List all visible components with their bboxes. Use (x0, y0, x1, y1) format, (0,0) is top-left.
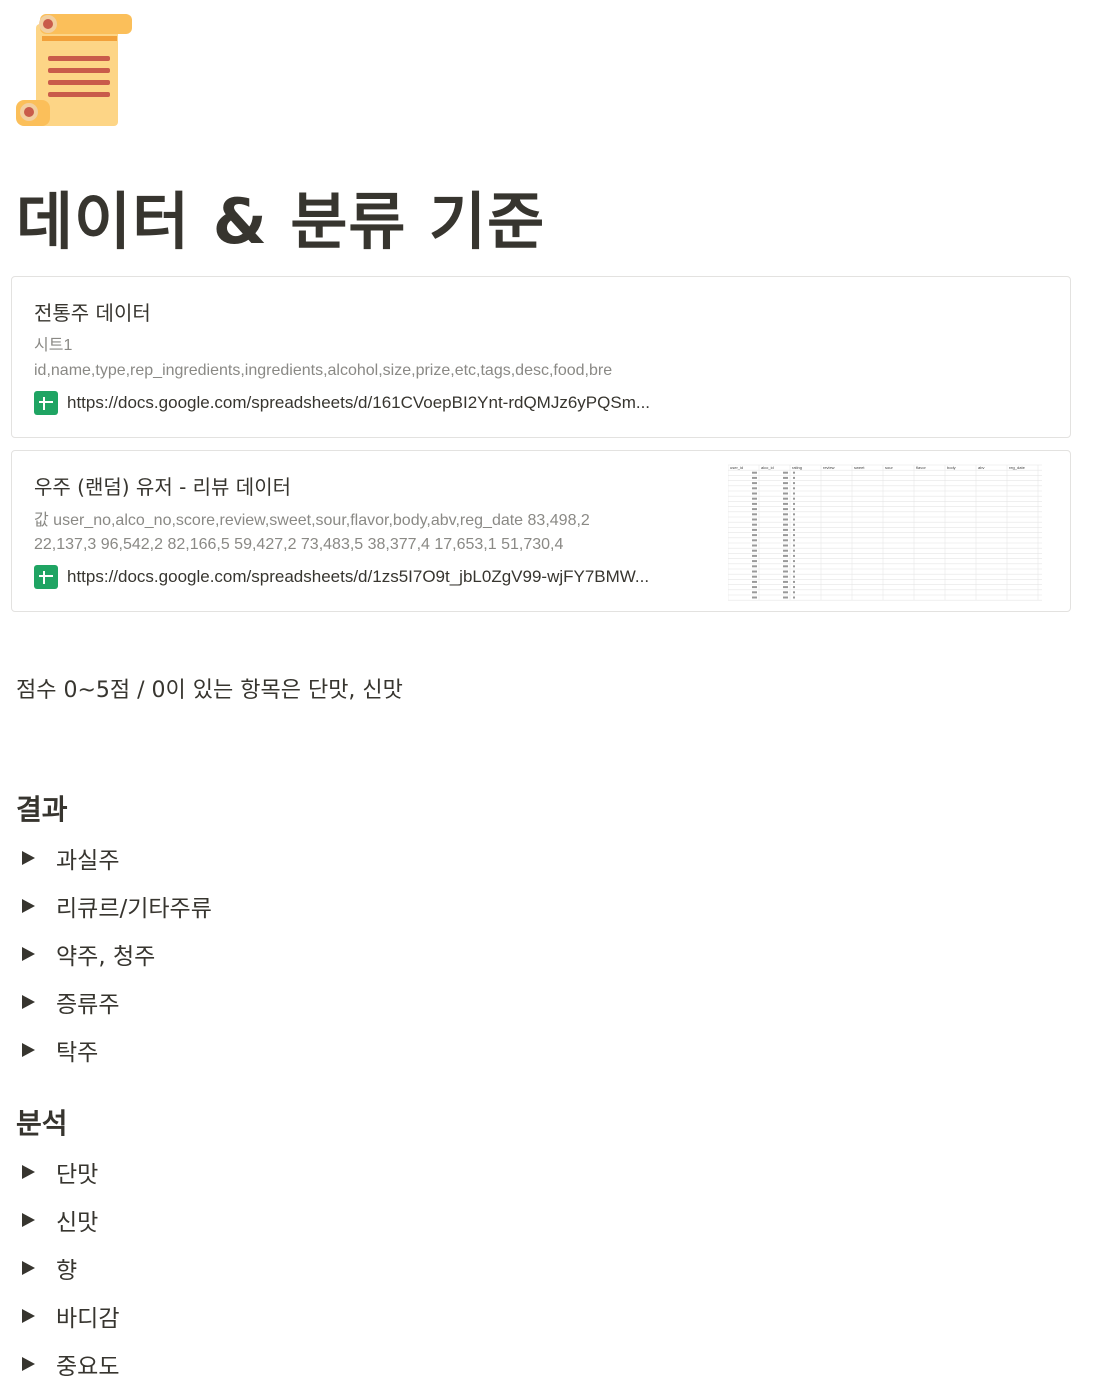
thumbnail-header: user_id (730, 465, 743, 470)
toggle-label: 리큐르/기타주류 (56, 896, 212, 922)
spreadsheet-thumbnail: user_id alco_id rating review sweet sour flavo… (728, 464, 1042, 601)
toggle-analysis-2[interactable]: 향 (22, 1248, 77, 1288)
toggle-triangle-icon[interactable] (22, 851, 35, 865)
score-note: 점수 0~5점 / 0이 있는 항목은 단맛, 신맛 (16, 678, 403, 703)
toggle-label: 과실주 (56, 848, 120, 874)
thumbnail-header: reg_date (1009, 465, 1026, 470)
toggle-triangle-icon[interactable] (22, 995, 35, 1009)
bookmark-description-line1: 시트1 (34, 337, 73, 354)
toggle-triangle-icon[interactable] (22, 1309, 35, 1323)
toggle-analysis-4[interactable]: 중요도 (22, 1344, 119, 1384)
thumbnail-header: sour (885, 465, 893, 470)
toggle-triangle-icon[interactable] (22, 1357, 35, 1371)
scroll-icon (16, 14, 132, 126)
bookmark-title: 우주 (랜덤) 유저 - 리뷰 데이터 (34, 475, 292, 499)
toggle-label: 향 (56, 1258, 78, 1284)
bookmark-url: https://docs.google.com/spreadsheets/d/1… (67, 567, 650, 586)
bookmark-user-review-data[interactable]: 우주 (랜덤) 유저 - 리뷰 데이터 값 user_no,alco_no,sc… (11, 450, 1071, 612)
thumbnail-header: abv (978, 465, 984, 470)
toggle-analysis-1[interactable]: 신맛 (22, 1200, 98, 1240)
bookmark-description-line2: id,name,type,rep_ingredients,ingredients… (34, 362, 613, 379)
toggle-label: 바디감 (56, 1306, 120, 1332)
toggle-label: 탁주 (56, 1040, 99, 1066)
toggle-label: 약주, 청주 (56, 944, 156, 970)
toggle-label: 신맛 (56, 1210, 99, 1236)
page-title: 데이터 & 분류 기준 (16, 185, 546, 258)
heading-analysis: 분석 (16, 1107, 68, 1140)
bookmark-description-line2: 22,137,3 96,542,2 82,166,5 59,427,2 73,4… (34, 536, 564, 553)
toggle-analysis-0[interactable]: 단맛 (22, 1152, 98, 1192)
thumbnail-header: alco_id (761, 465, 774, 470)
thumbnail-header: sweet (854, 465, 865, 470)
toggle-triangle-icon[interactable] (22, 899, 35, 913)
toggle-triangle-icon[interactable] (22, 947, 35, 961)
toggle-triangle-icon[interactable] (22, 1261, 35, 1275)
thumbnail-header: review (823, 465, 835, 470)
toggle-label: 증류주 (56, 992, 120, 1018)
google-sheets-icon (34, 391, 58, 415)
toggle-label: 중요도 (56, 1354, 120, 1380)
toggle-label: 단맛 (56, 1162, 99, 1188)
heading-result: 결과 (16, 793, 68, 826)
bookmark-link[interactable]: https://docs.google.com/spreadsheets/d/1… (34, 391, 650, 415)
toggle-result-3[interactable]: 증류주 (22, 982, 119, 1022)
toggle-result-2[interactable]: 약주, 청주 (22, 934, 155, 974)
toggle-analysis-3[interactable]: 바디감 (22, 1296, 119, 1336)
toggle-triangle-icon[interactable] (22, 1043, 35, 1057)
toggle-result-4[interactable]: 탁주 (22, 1030, 98, 1070)
thumbnail-header: body (947, 465, 956, 470)
bookmark-traditional-liquor-data[interactable]: 전통주 데이터 시트1 id,name,type,rep_ingredients… (11, 276, 1071, 438)
bookmark-description-line1: 값 user_no,alco_no,score,review,sweet,sou… (34, 512, 590, 529)
toggle-result-1[interactable]: 리큐르/기타주류 (22, 886, 212, 926)
bookmark-link[interactable]: https://docs.google.com/spreadsheets/d/1… (34, 565, 649, 589)
bookmark-title: 전통주 데이터 (34, 301, 151, 325)
toggle-result-0[interactable]: 과실주 (22, 838, 119, 878)
google-sheets-icon (34, 565, 58, 589)
thumbnail-header: rating (792, 465, 802, 470)
toggle-triangle-icon[interactable] (22, 1165, 35, 1179)
toggle-triangle-icon[interactable] (22, 1213, 35, 1227)
thumbnail-header: flavor (916, 465, 926, 470)
bookmark-url: https://docs.google.com/spreadsheets/d/1… (67, 393, 651, 412)
